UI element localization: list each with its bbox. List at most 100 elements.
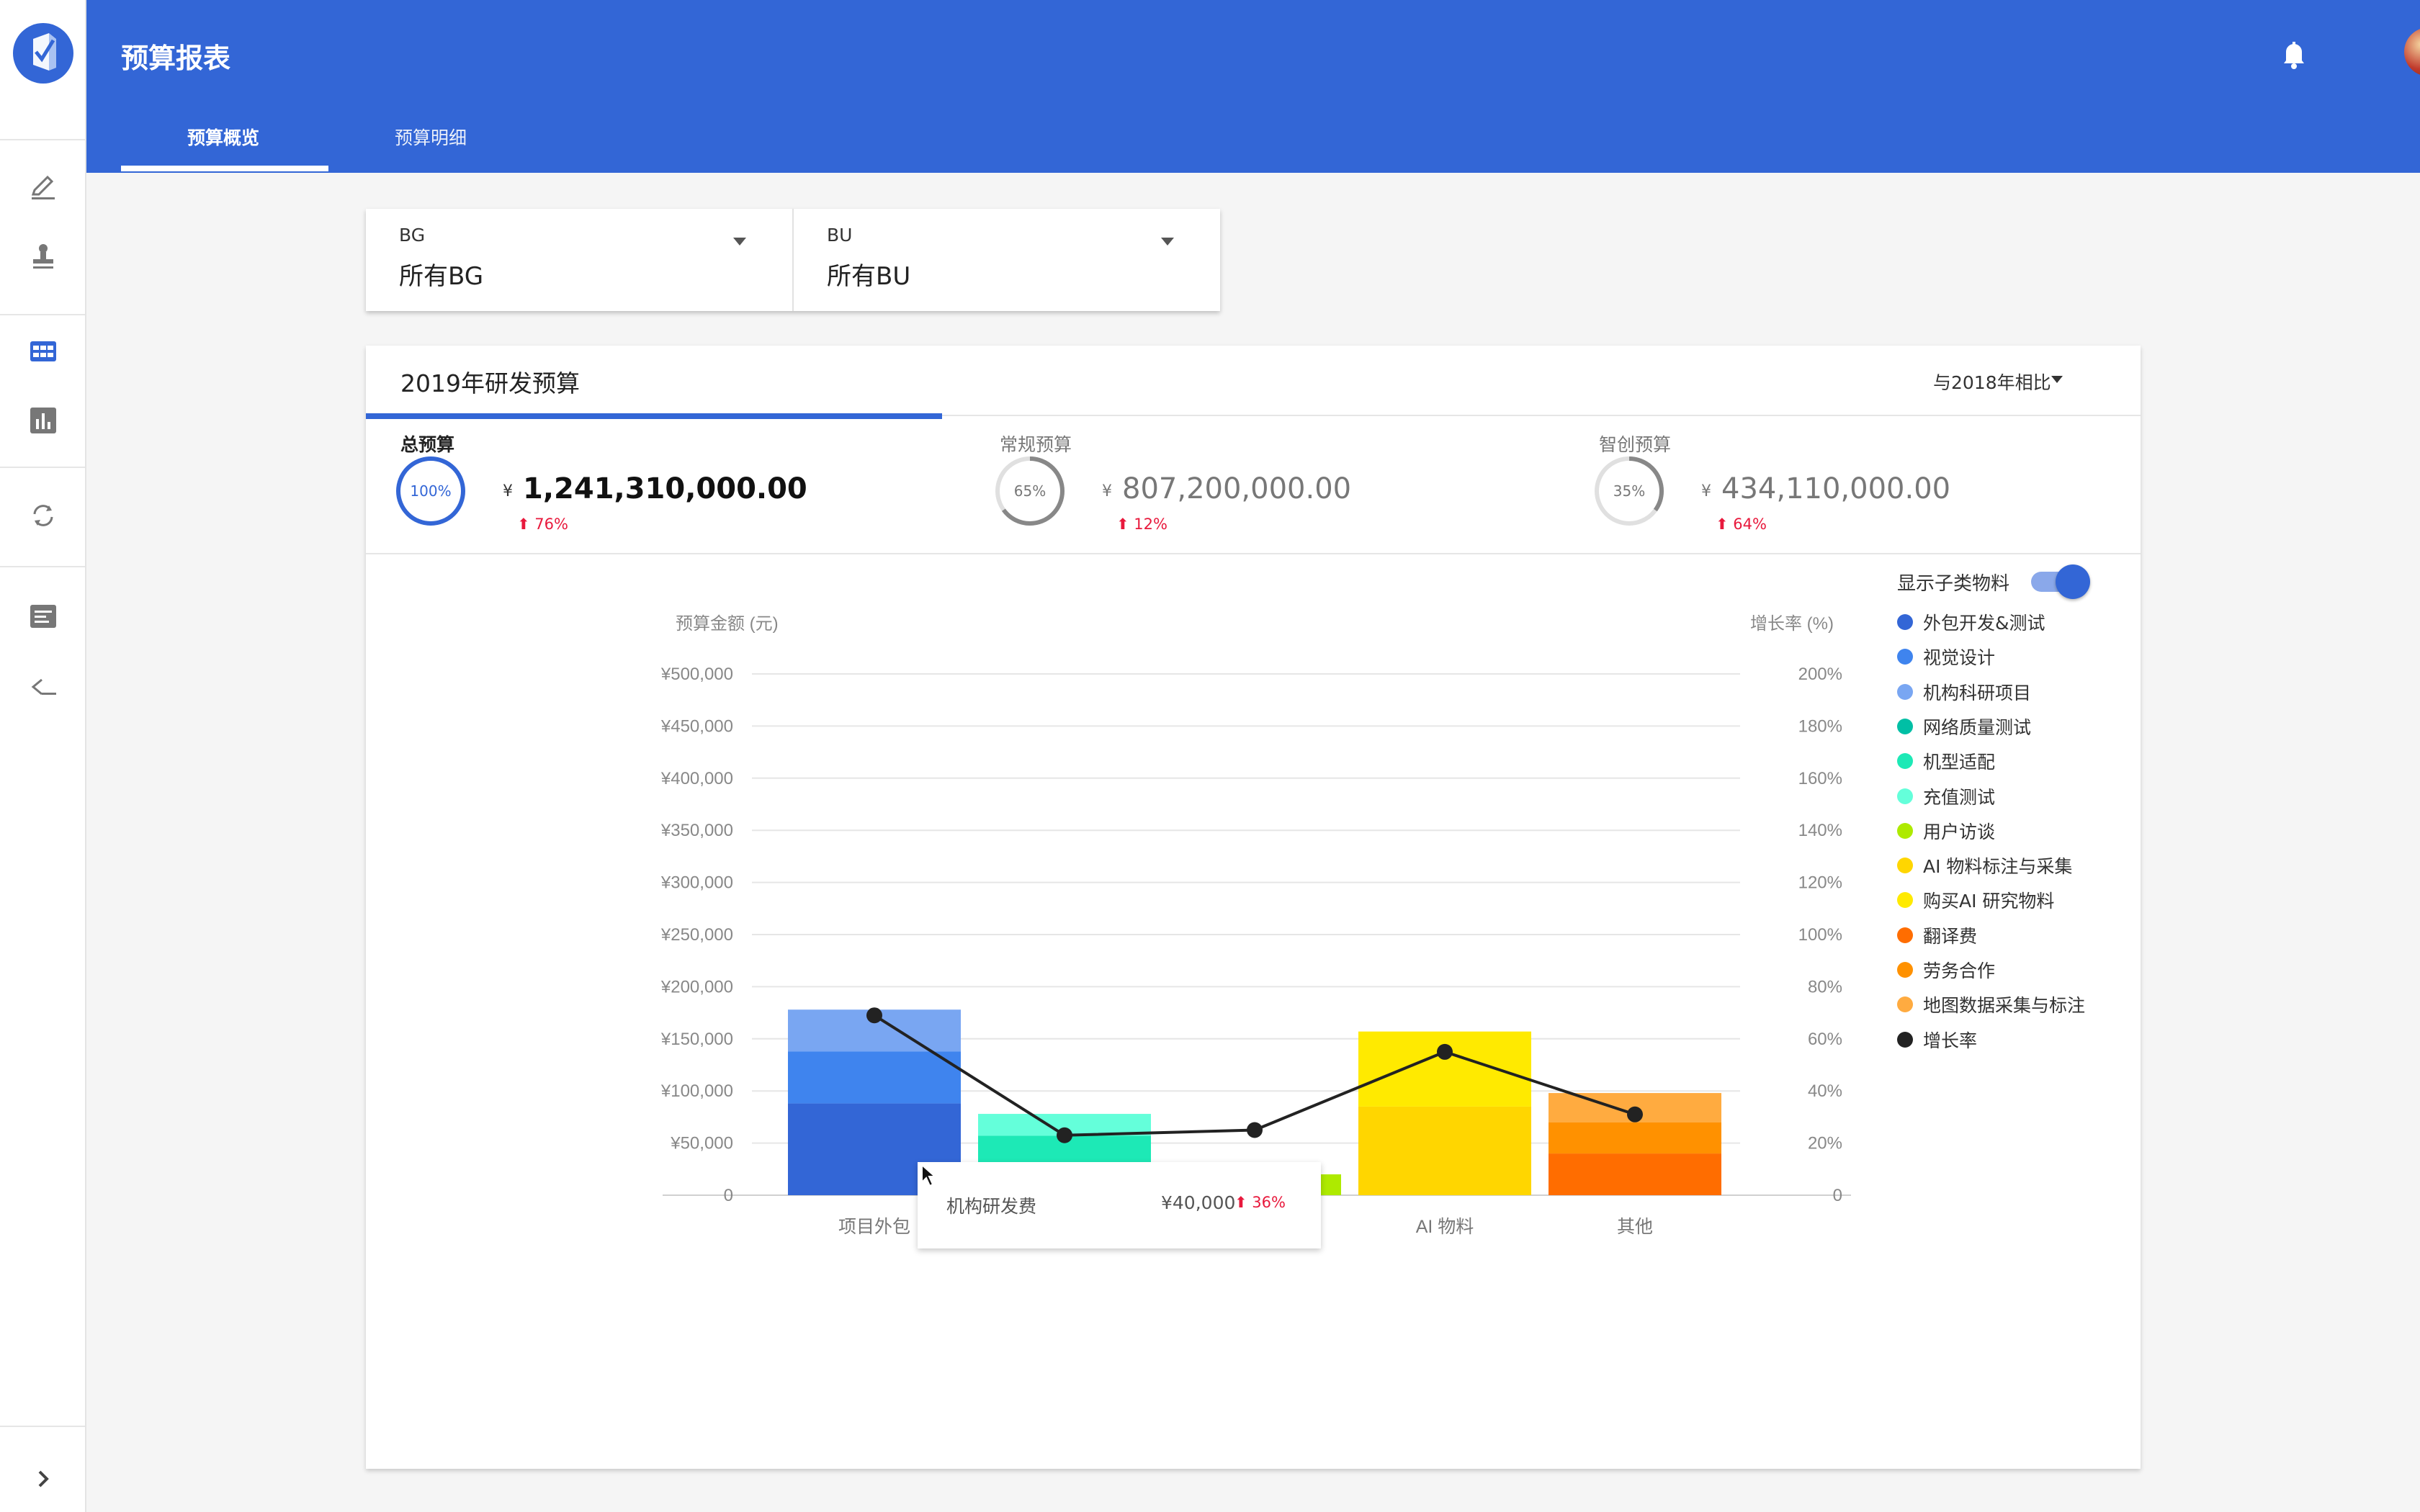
y-tick-label: ¥500,000: [660, 665, 733, 684]
currency-symbol: ¥: [1102, 482, 1112, 500]
summary-regular[interactable]: 常规预算 65% ¥ 807,200,000.00 ⬆ 12%: [965, 431, 1541, 546]
legend-item[interactable]: 地图数据采集与标注: [1897, 990, 2085, 1019]
growth-point: [866, 1007, 882, 1024]
bar-segment: [1549, 1153, 1721, 1195]
legend-item[interactable]: 用户访谈: [1897, 816, 1995, 845]
top-header: 预算报表 预算概览 预算明细: [86, 0, 2420, 173]
bg-select-label: BG: [399, 225, 426, 246]
legend-label: 充值测试: [1923, 786, 1996, 808]
legend-item[interactable]: 劳务合作: [1897, 955, 1995, 984]
stamp-icon[interactable]: [26, 239, 60, 274]
y-tick-label: ¥300,000: [660, 873, 733, 893]
tab-details[interactable]: 预算明细: [395, 124, 467, 150]
sidebar-divider: [0, 566, 85, 567]
sidebar-divider: [0, 467, 85, 468]
summary-label: 智创预算: [1599, 434, 1672, 455]
y-tick-label: ¥450,000: [660, 716, 733, 736]
chart-tooltip: 机构研发费 ¥40,000 ⬆ 36%: [918, 1162, 1321, 1248]
ratio-text: 65%: [1013, 482, 1047, 500]
toggle-knob[interactable]: [2056, 564, 2090, 599]
tab-overview[interactable]: 预算概览: [187, 124, 259, 150]
legend-label: 机构科研项目: [1923, 682, 2032, 703]
tooltip-name: 机构研发费: [946, 1196, 1037, 1217]
legend-swatch: [1897, 892, 1913, 909]
legend-item[interactable]: 视觉设计: [1897, 642, 1995, 671]
legend-label: 视觉设计: [1923, 647, 1996, 669]
y-tick-label: 0: [724, 1186, 733, 1205]
legend-item[interactable]: AI 物料标注与采集: [1897, 851, 2072, 880]
bg-select-value: 所有BG: [399, 262, 484, 291]
legend-item[interactable]: 机型适配: [1897, 747, 1995, 775]
filter-bar: BG 所有BG BU 所有BU: [366, 209, 1220, 311]
legend-item[interactable]: 机构科研项目: [1897, 678, 2031, 706]
sidebar-divider: [0, 1426, 85, 1427]
budget-chart: 预算金额 (元) 增长率 (%) 0 0 ¥50,000 20% ¥100,000 40% ¥1…: [660, 614, 1851, 1237]
y-tick-label: ¥350,000: [660, 821, 733, 840]
back-arrow-icon[interactable]: [26, 670, 60, 704]
legend-label: AI 物料标注与采集: [1923, 856, 2073, 878]
legend-label: 外包开发&测试: [1923, 613, 2045, 634]
y2-tick-label: 180%: [1798, 716, 1842, 736]
edit-icon[interactable]: [26, 170, 60, 204]
legend-item[interactable]: 外包开发&测试: [1897, 608, 2045, 636]
sync-icon[interactable]: [26, 498, 60, 533]
legend-item[interactable]: 翻译费: [1897, 921, 1977, 950]
legend-label: 增长率: [1923, 1030, 1978, 1051]
legend-label: 劳务合作: [1923, 960, 1996, 981]
bg-select[interactable]: BG 所有BG: [366, 209, 792, 311]
sidebar-divider: [0, 139, 85, 140]
x-tick-label: AI 物料: [1416, 1217, 1474, 1237]
summary-label: 总预算: [400, 434, 455, 455]
y2-axis-title: 增长率 (%): [1750, 614, 1834, 634]
tooltip-rate: ⬆ 36%: [1234, 1194, 1286, 1211]
y2-tick-label: 160%: [1798, 769, 1842, 788]
y-tick-label: ¥50,000: [670, 1134, 733, 1153]
y2-tick-label: 200%: [1798, 665, 1842, 684]
legend-item[interactable]: 增长率: [1897, 1025, 1977, 1054]
legend-swatch: [1897, 822, 1913, 839]
growth-value: 12%: [1134, 516, 1168, 533]
notification-bell-icon[interactable]: [2276, 36, 2312, 72]
summary-active-indicator: [366, 413, 942, 419]
growth-point: [1627, 1106, 1643, 1122]
document-icon[interactable]: [26, 599, 60, 634]
summary-innovation[interactable]: 智创预算 35% ¥ 434,110,000.00 ⬆ 64%: [1564, 431, 2141, 546]
arrow-up-icon: ⬆: [1234, 1194, 1252, 1211]
table-icon[interactable]: [26, 334, 60, 369]
logo-icon: [33, 33, 56, 71]
compare-select[interactable]: 与2018年相比: [1933, 369, 2051, 395]
mouse-cursor-icon: [921, 1164, 937, 1187]
legend-item[interactable]: 充值测试: [1897, 782, 1995, 811]
legend-item[interactable]: 购买AI 研究物料: [1897, 886, 2054, 914]
bu-select[interactable]: BU 所有BU: [794, 209, 1220, 311]
active-tab-indicator: [121, 166, 328, 171]
app-logo[interactable]: [13, 23, 73, 84]
growth-rate: ⬆ 64%: [1716, 516, 1767, 533]
arrow-up-icon: ⬆: [1116, 516, 1134, 533]
legend-item[interactable]: 网络质量测试: [1897, 712, 2031, 741]
y2-tick-label: 140%: [1798, 821, 1842, 840]
legend-swatch: [1897, 962, 1913, 978]
bar-segment: [1358, 1106, 1531, 1195]
legend-label: 地图数据采集与标注: [1923, 995, 2086, 1017]
compare-caret-icon: [2051, 376, 2063, 383]
user-avatar[interactable]: [2404, 27, 2420, 76]
growth-rate: ⬆ 76%: [517, 516, 568, 533]
legend-label: 网络质量测试: [1923, 716, 2032, 738]
bar-chart-icon[interactable]: [26, 403, 60, 438]
legend-swatch: [1897, 858, 1913, 874]
bu-select-label: BU: [827, 225, 853, 246]
growth-value: 64%: [1733, 516, 1767, 533]
sidebar-divider: [0, 314, 85, 315]
y-axis-title: 预算金额 (元): [676, 614, 779, 634]
legend-swatch: [1897, 718, 1913, 734]
summary-total[interactable]: 总预算 100% ¥ 1,241,310,000.00 ⬆ 76%: [366, 431, 942, 546]
currency-symbol: ¥: [1701, 482, 1711, 500]
legend-swatch: [1897, 1031, 1913, 1048]
legend-label: 机型适配: [1923, 752, 1996, 773]
legend-swatch: [1897, 753, 1913, 770]
expand-chevron-icon[interactable]: [26, 1462, 60, 1496]
growth-point: [1247, 1122, 1263, 1138]
dropdown-caret-icon: [1161, 238, 1174, 246]
tooltip-value: ¥40,000: [1161, 1192, 1236, 1213]
